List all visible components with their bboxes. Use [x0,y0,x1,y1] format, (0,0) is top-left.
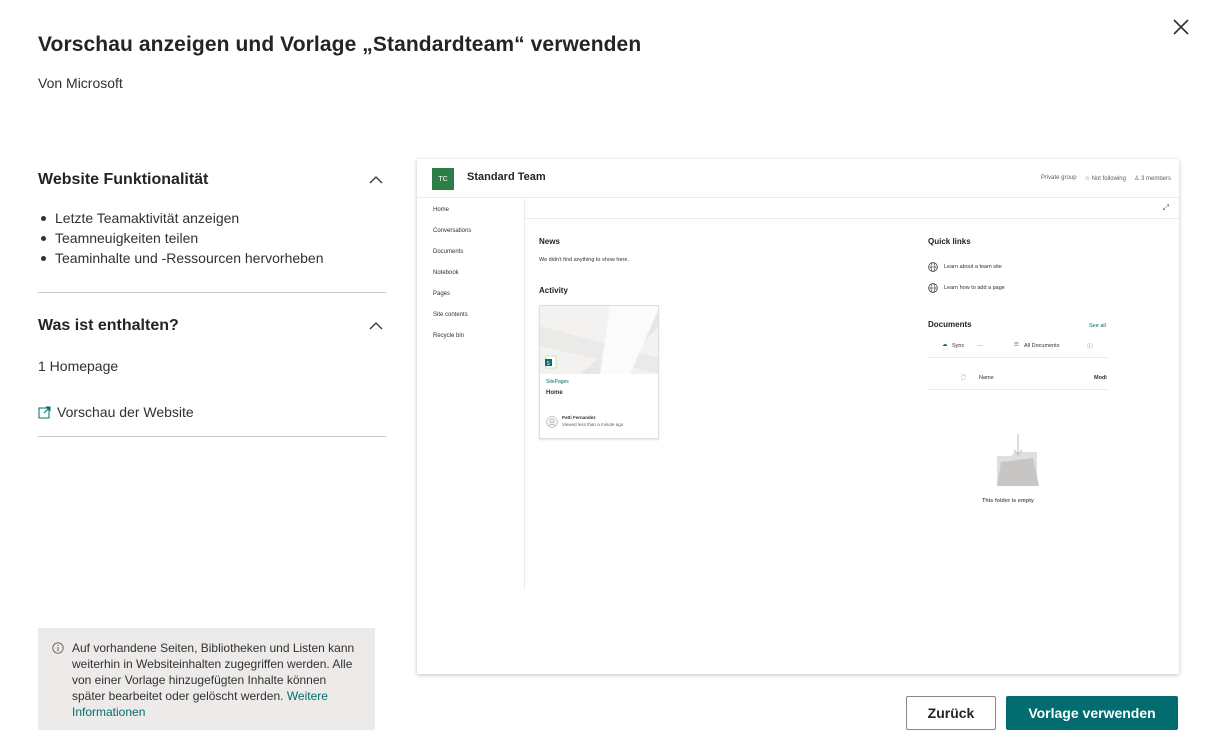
preview-nav-item: Site contents [433,312,468,318]
preview-see-all: See all [1089,323,1106,329]
dialog-subtitle: Von Microsoft [38,75,123,91]
preview-nav-item: Documents [433,249,464,255]
close-icon [1173,19,1189,35]
preview-nav-item: Recycle bin [433,333,465,339]
card-title: Home [546,390,563,396]
preview-col-name: Name [979,375,994,381]
features-section-header[interactable]: Website Funktionalität [38,160,386,200]
preview-col-modified: Modi [1094,375,1107,381]
list-item: Teamneuigkeiten teilen [38,228,386,248]
card-location: SitePages [546,379,569,385]
preview-news-title: News [539,237,560,246]
template-preview-dialog: Vorschau anzeigen und Vorlage „Standardt… [0,0,1212,745]
preview-sync: Sync [952,343,965,349]
close-button[interactable] [1166,12,1196,42]
preview-quick-links-title: Quick links [928,237,971,246]
preview-members: ♙ 3 members [1133,176,1171,182]
divider [928,357,1108,358]
preview-site-header: TC Standard Team Private group ☆ Not fol… [417,159,1179,198]
site-preview-link[interactable]: Vorschau der Website [38,404,386,420]
view-icon: ☰ [1014,342,1019,348]
card-viewed: Viewed less than a minute ago [562,422,624,427]
preview-activity-card: S SitePages Home Patti Fernandez Viewed … [539,305,659,439]
avatar [546,416,558,428]
divider [928,389,1108,390]
dialog-title: Vorschau anzeigen und Vorlage „Standardt… [38,33,642,56]
preview-nav-item: Notebook [433,270,459,276]
folder-icon [997,434,1039,486]
info-icon [52,642,64,654]
preview-nav-item: Home [433,207,450,213]
preview-quick-link: Learn about a team site [944,264,1002,270]
use-template-button[interactable]: Vorlage verwenden [1006,696,1178,730]
globe-icon [928,262,938,272]
preview-privacy: Private group [1040,175,1077,181]
info-icon: ⓘ [1087,344,1093,350]
card-thumbnail: S [540,306,658,374]
preview-command-bar: ⤢ [525,199,1179,219]
preview-empty-folder: This folder is empty [982,498,1034,504]
features-section-title: Website Funktionalität [38,171,209,188]
card-user: Patti Fernandez [562,415,596,420]
contents-section-header[interactable]: Was ist enthalten? [38,306,386,346]
features-list: Letzte Teamaktivität anzeigen Teamneuigk… [38,208,386,268]
preview-site-meta: Private group ☆ Not following ♙ 3 member… [1041,175,1171,182]
info-text: Auf vorhandene Seiten, Bibliotheken und … [72,640,361,720]
preview-view: All Documents [1024,343,1060,349]
site-preview-label: Vorschau der Website [57,404,194,420]
contents-section-title: Was ist enthalten? [38,317,179,334]
preview-more: ··· [977,343,983,349]
globe-icon [928,283,938,293]
preview-site-name: Standard Team [467,171,546,183]
preview-nav-item: Pages [433,291,451,297]
chevron-up-icon[interactable] [366,170,386,190]
homepage-count: 1 Homepage [38,358,119,374]
open-in-new-icon [38,406,51,418]
back-button[interactable]: Zurück [906,696,996,730]
divider [38,292,386,293]
site-preview-image: TC Standard Team Private group ☆ Not fol… [417,159,1179,674]
chevron-up-icon[interactable] [366,316,386,336]
info-box: Auf vorhandene Seiten, Bibliotheken und … [38,628,375,730]
list-item: Letzte Teamaktivität anzeigen [38,208,386,228]
empty-folder-illustration [987,434,1049,497]
details-panel: Website Funktionalität Letzte Teamaktivi… [38,160,386,437]
preview-news-empty: We didn't find anything to show here. [539,257,629,263]
file-icon: 🗋 [961,375,966,381]
preview-documents-title: Documents [928,320,972,329]
preview-site-logo: TC [432,168,454,190]
expand-icon: ⤢ [1162,203,1169,212]
preview-nav: Home Conversations Documents Notebook Pa… [417,199,525,589]
preview-nav-item: Conversations [433,228,472,234]
preview-quick-link: Learn how to add a page [944,285,1005,291]
sync-icon: ☁ [942,342,948,348]
list-item: Teaminhalte und -Ressourcen hervorheben [38,248,386,268]
preview-follow: ☆ Not following [1084,176,1126,182]
preview-activity-title: Activity [539,286,568,295]
divider [38,436,386,437]
